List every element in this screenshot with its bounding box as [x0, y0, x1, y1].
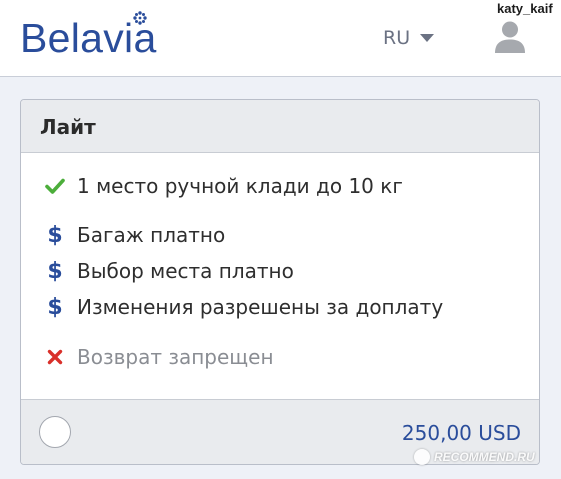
feature-item-hand-luggage: 1 место ручной клади до 10 кг — [43, 172, 403, 200]
cross-icon — [43, 349, 67, 365]
user-profile-icon[interactable] — [494, 20, 526, 53]
feature-item-refund: Возврат запрещен — [43, 343, 274, 371]
feature-item-baggage: $ Багаж платно — [43, 221, 225, 249]
fare-title: Лайт — [40, 115, 96, 139]
fare-card-footer: 250,00 USD — [21, 399, 539, 464]
feature-text: Багаж платно — [77, 223, 226, 247]
logo-flower-icon — [133, 11, 147, 25]
fare-select-radio[interactable] — [39, 416, 71, 448]
feature-text: Изменения разрешены за доплату — [77, 295, 444, 319]
caret-down-icon — [420, 34, 435, 42]
check-icon — [43, 178, 67, 194]
fare-card-header: Лайт — [21, 100, 539, 153]
top-header: Belavia RU katy_kaif — [0, 0, 561, 77]
feature-text: Выбор места платно — [77, 259, 294, 283]
dollar-icon: $ — [47, 258, 63, 284]
feature-item-seat-selection: $ Выбор места платно — [43, 257, 294, 285]
fare-card[interactable]: Лайт 1 место ручной клади до 10 кг $ Баг… — [20, 99, 540, 465]
fare-price: 250,00 USD — [401, 421, 521, 445]
dollar-icon: $ — [47, 294, 63, 320]
username-label: katy_kaif — [497, 1, 553, 16]
dollar-icon: $ — [47, 222, 63, 248]
feature-text: 1 место ручной клади до 10 кг — [77, 174, 403, 198]
language-label: RU — [383, 27, 411, 49]
feature-text: Возврат запрещен — [77, 345, 274, 369]
language-selector[interactable]: RU — [383, 26, 435, 50]
feature-item-changes: $ Изменения разрешены за доплату — [43, 293, 443, 321]
